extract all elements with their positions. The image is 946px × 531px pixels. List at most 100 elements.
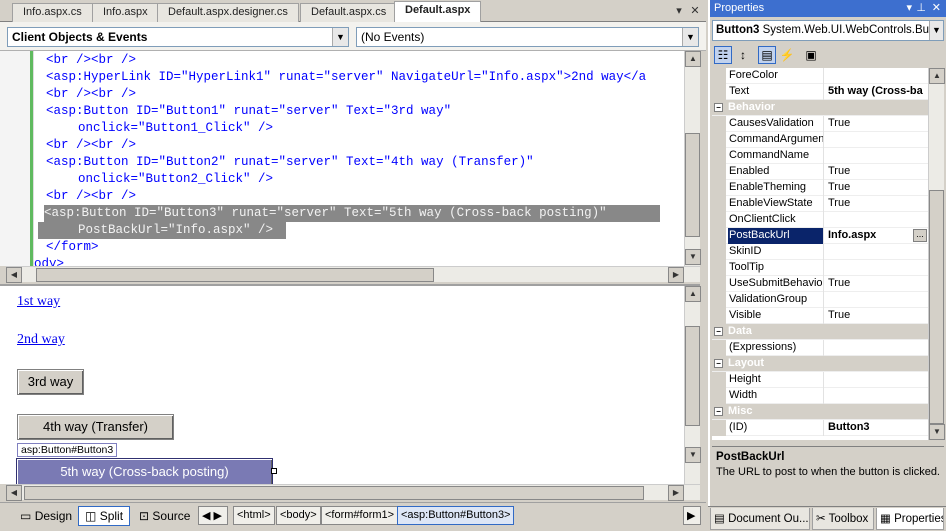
property-value[interactable] xyxy=(826,244,928,260)
tab-default-aspx[interactable]: Default.aspx xyxy=(394,1,482,22)
scroll-up-icon[interactable]: ▲ xyxy=(929,68,945,84)
tab-properties[interactable]: ▦ Properties xyxy=(876,508,944,530)
design-vertical-scrollbar[interactable]: ▲ ▼ xyxy=(684,286,701,484)
button-4th-way[interactable]: 4th way (Transfer) xyxy=(17,414,174,440)
property-value[interactable]: True xyxy=(826,180,928,196)
property-row[interactable]: CommandArgument xyxy=(712,132,928,148)
tab-info-aspx[interactable]: Info.aspx xyxy=(92,3,159,22)
tab-default-aspx-cs[interactable]: Default.aspx.cs xyxy=(300,3,398,22)
scroll-thumb[interactable] xyxy=(685,133,700,237)
editor-vertical-scrollbar[interactable]: ▲ ▼ xyxy=(684,51,701,266)
scroll-up-icon[interactable]: ▲ xyxy=(685,286,701,302)
scroll-thumb[interactable] xyxy=(685,326,700,426)
property-value[interactable] xyxy=(826,132,928,148)
tab-list-dropdown-icon[interactable]: ▾ xyxy=(672,4,686,18)
property-value[interactable] xyxy=(826,292,928,308)
property-category-misc[interactable]: − Misc xyxy=(712,404,928,420)
button-3rd-way[interactable]: 3rd way xyxy=(17,369,84,395)
code-line-selected[interactable]: PostBackUrl="Info.aspx" /> xyxy=(38,222,286,239)
design-view-button[interactable]: ▭ Design xyxy=(13,506,79,526)
code-line[interactable]: </form> xyxy=(46,239,99,256)
property-row[interactable]: ValidationGroup xyxy=(712,292,928,308)
scroll-up-icon[interactable]: ▲ xyxy=(685,51,701,67)
scroll-down-icon[interactable]: ▼ xyxy=(929,424,945,440)
code-line-selected[interactable]: <asp:Button ID="Button3" runat="server" … xyxy=(44,205,660,222)
dropdown-icon[interactable]: ▾ xyxy=(906,1,912,14)
scroll-right-icon[interactable]: ▶ xyxy=(668,485,684,501)
scroll-left-icon[interactable]: ◀ xyxy=(6,267,22,283)
property-value[interactable] xyxy=(826,260,928,276)
code-line[interactable]: <asp:Button ID="Button2" runat="server" … xyxy=(46,154,534,171)
breadcrumb-scroll-right[interactable]: ▶ xyxy=(683,506,701,525)
object-selector[interactable]: Button3 System.Web.UI.WebControls.Butto … xyxy=(712,20,944,41)
breadcrumb-button3[interactable]: <asp:Button#Button3> xyxy=(397,506,515,525)
events-dropdown[interactable]: (No Events) ▼ xyxy=(356,27,699,47)
property-row[interactable]: CausesValidation True xyxy=(712,116,928,132)
property-category-data[interactable]: − Data xyxy=(712,324,928,340)
tab-toolbox[interactable]: ✂ Toolbox xyxy=(812,508,874,530)
split-view-button[interactable]: ◫ Split xyxy=(78,506,130,526)
close-icon[interactable]: ✕ xyxy=(688,4,702,18)
tab-info-aspx-cs[interactable]: Info.aspx.cs xyxy=(12,3,93,22)
property-row[interactable]: (ID) Button3 xyxy=(712,420,928,436)
code-line[interactable]: onclick="Button2_Click" /> xyxy=(78,171,273,188)
property-value[interactable]: True xyxy=(826,276,928,292)
property-row[interactable]: Enabled True xyxy=(712,164,928,180)
property-row[interactable]: UseSubmitBehavior True xyxy=(712,276,928,292)
code-line[interactable]: ody> xyxy=(34,256,64,266)
breadcrumb-back[interactable]: ◀ ▶ xyxy=(198,506,228,525)
scroll-thumb[interactable] xyxy=(24,486,644,500)
property-row[interactable]: PostBackUrl Info.aspx... xyxy=(712,228,928,244)
properties-icon[interactable]: ▤ xyxy=(758,46,776,64)
property-row[interactable]: ForeColor xyxy=(712,68,928,84)
code-line[interactable]: <br /><br /> xyxy=(46,137,136,154)
hyperlink-1st-way[interactable]: 1st way xyxy=(17,294,60,310)
property-row[interactable]: CommandName xyxy=(712,148,928,164)
property-grid-scrollbar[interactable]: ▲ ▼ xyxy=(928,68,945,440)
property-row[interactable]: SkinID xyxy=(712,244,928,260)
property-row[interactable]: Height xyxy=(712,372,928,388)
breadcrumb-body[interactable]: <body> xyxy=(276,506,321,525)
property-value[interactable] xyxy=(826,340,928,356)
code-line[interactable]: <asp:HyperLink ID="HyperLink1" runat="se… xyxy=(46,69,646,86)
property-value[interactable]: True xyxy=(826,308,928,324)
property-row[interactable]: OnClientClick xyxy=(712,212,928,228)
tab-document-outline[interactable]: ▤ Document Ou... xyxy=(710,508,810,530)
scroll-down-icon[interactable]: ▼ xyxy=(685,249,701,265)
property-value[interactable] xyxy=(826,148,928,164)
property-value[interactable]: Button3 xyxy=(826,420,928,436)
scroll-thumb[interactable] xyxy=(929,190,944,424)
property-value[interactable]: 5th way (Cross-ba xyxy=(826,84,928,100)
alphabetical-icon[interactable]: ↕ xyxy=(734,46,752,64)
property-row[interactable]: Visible True xyxy=(712,308,928,324)
design-horizontal-scrollbar[interactable]: ◀ ▶ xyxy=(6,484,700,501)
property-row[interactable]: Text 5th way (Cross-ba xyxy=(712,84,928,100)
tab-default-aspx-designer-cs[interactable]: Default.aspx.designer.cs xyxy=(157,3,299,22)
button-5th-way-selected[interactable]: 5th way (Cross-back posting) xyxy=(16,458,273,486)
property-row[interactable]: EnableTheming True xyxy=(712,180,928,196)
code-line[interactable]: <asp:Button ID="Button1" runat="server" … xyxy=(46,103,451,120)
scroll-thumb[interactable] xyxy=(36,268,434,282)
editor-horizontal-scrollbar[interactable]: ◀ ▶ xyxy=(6,266,700,283)
close-icon[interactable]: ✕ xyxy=(932,1,941,14)
property-value[interactable]: True xyxy=(826,116,928,132)
property-row[interactable]: EnableViewState True xyxy=(712,196,928,212)
events-icon[interactable]: ⚡ xyxy=(778,46,796,64)
categorized-icon[interactable]: ☷ xyxy=(714,46,732,64)
breadcrumb-html[interactable]: <html> xyxy=(233,506,275,525)
code-line[interactable]: onclick="Button1_Click" /> xyxy=(78,120,273,137)
scroll-right-icon[interactable]: ▶ xyxy=(668,267,684,283)
property-value[interactable] xyxy=(826,372,928,388)
scroll-down-icon[interactable]: ▼ xyxy=(685,447,701,463)
property-value[interactable]: True xyxy=(826,196,928,212)
code-line[interactable]: <br /><br /> xyxy=(46,52,136,69)
property-row[interactable]: Width xyxy=(712,388,928,404)
property-pages-icon[interactable]: ▣ xyxy=(802,46,820,64)
ellipsis-button[interactable]: ... xyxy=(913,229,927,242)
property-value[interactable]: True xyxy=(826,164,928,180)
property-row[interactable]: ToolTip xyxy=(712,260,928,276)
code-line[interactable]: <br /><br /> xyxy=(46,188,136,205)
property-row[interactable]: (Expressions) xyxy=(712,340,928,356)
breadcrumb-form[interactable]: <form#form1> xyxy=(321,506,399,525)
property-value[interactable] xyxy=(826,388,928,404)
